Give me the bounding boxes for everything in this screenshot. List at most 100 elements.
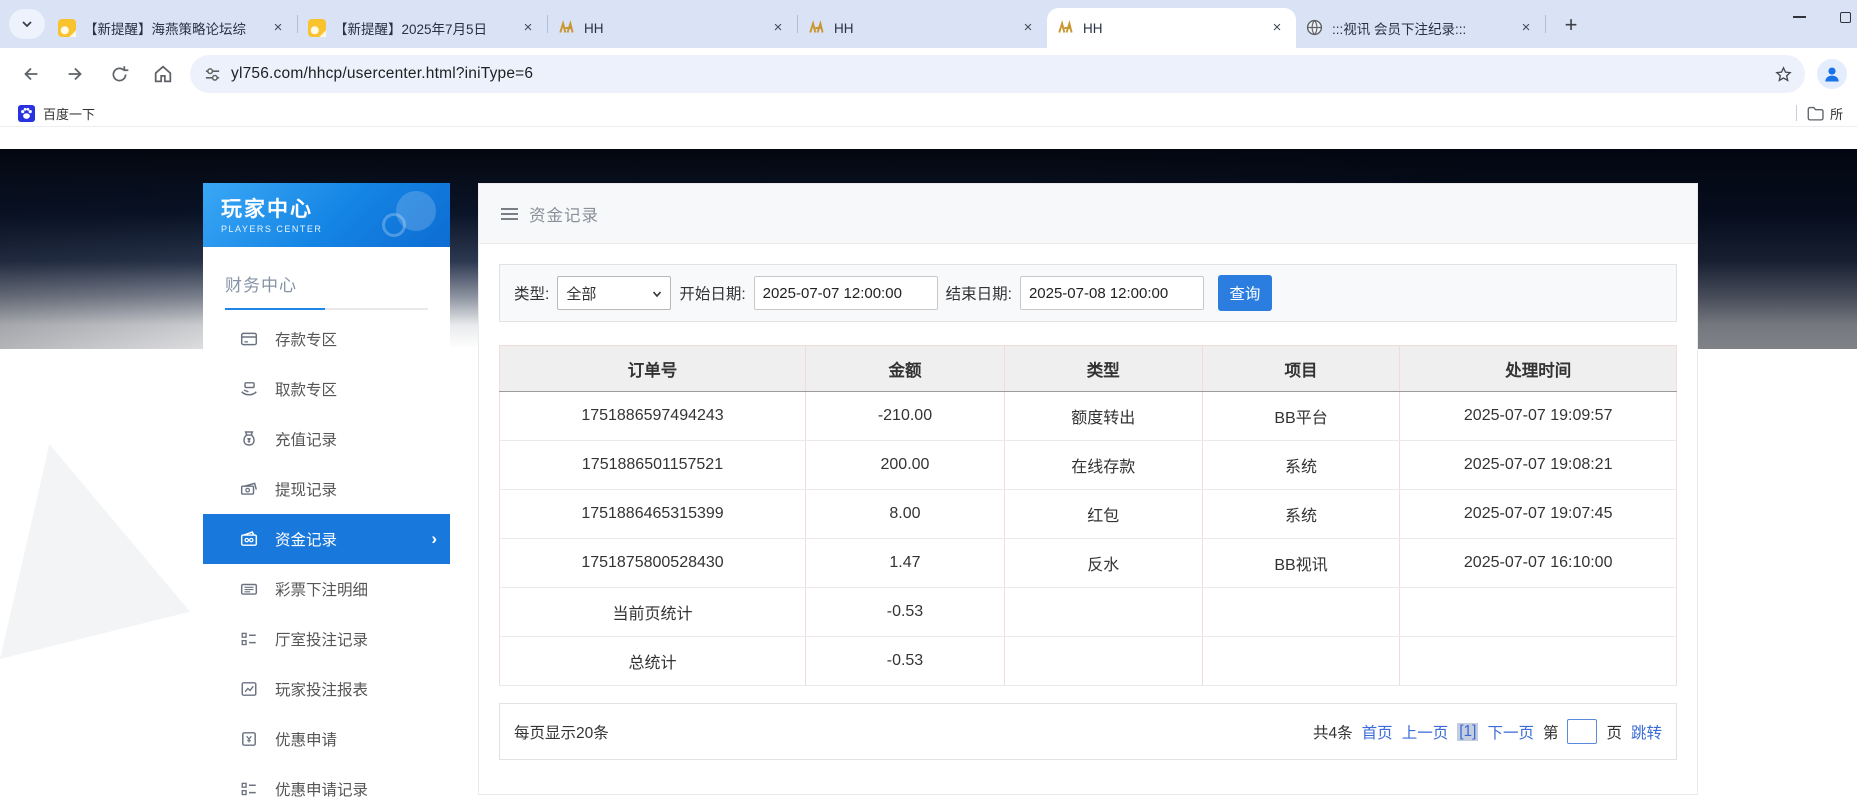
back-button[interactable] <box>14 57 48 91</box>
window-restore-button[interactable] <box>1840 12 1851 23</box>
reload-button[interactable] <box>102 57 136 91</box>
col-header-project: 项目 <box>1202 346 1400 392</box>
tab-close-icon[interactable]: × <box>1517 19 1535 37</box>
site-info-icon[interactable] <box>204 66 221 83</box>
prev-page-link[interactable]: 上一页 <box>1402 721 1449 743</box>
browser-tab[interactable]: 【新提醒】海燕策略论坛综 × <box>48 8 297 48</box>
report-chart-icon <box>240 680 258 698</box>
sidebar-item-hall-bet-record[interactable]: 厅室投注记录 <box>203 614 450 664</box>
wallet-icon <box>240 530 258 548</box>
cell-amount: 8.00 <box>806 490 1005 539</box>
start-date-label: 开始日期: <box>679 282 745 304</box>
hall-list-icon <box>240 630 258 648</box>
cell-process-time: 2025-07-07 19:09:57 <box>1400 392 1677 441</box>
sidebar-item-player-bet-report[interactable]: 玩家投注报表 <box>203 664 450 714</box>
home-button[interactable] <box>146 57 180 91</box>
cell-empty <box>1004 588 1202 637</box>
jump-link[interactable]: 跳转 <box>1631 721 1662 743</box>
gold-logo-icon <box>558 19 576 37</box>
start-date-input[interactable] <box>754 276 938 310</box>
forward-button[interactable] <box>58 57 92 91</box>
sidebar-item-funds-record[interactable]: 资金记录 › <box>203 514 450 564</box>
new-tab-button[interactable]: + <box>1558 12 1584 38</box>
ticket-icon <box>240 580 258 598</box>
menu-hamburger-icon[interactable] <box>501 208 518 220</box>
sidebar-section-underline <box>225 308 428 310</box>
col-header-process-time: 处理时间 <box>1400 346 1677 392</box>
sidebar-item-label: 优惠申请 <box>275 728 337 750</box>
tab-search-button[interactable] <box>9 9 45 39</box>
cell-empty <box>1202 637 1400 686</box>
globe-icon <box>1306 19 1324 37</box>
window-minimize-button[interactable] <box>1793 16 1806 18</box>
cell-process-time: 2025-07-07 19:08:21 <box>1400 441 1677 490</box>
sidebar-item-label: 玩家投注报表 <box>275 678 368 700</box>
sidebar-item-label: 彩票下注明细 <box>275 578 368 600</box>
current-page-indicator[interactable]: [1] <box>1457 723 1478 741</box>
first-page-link[interactable]: 首页 <box>1362 721 1393 743</box>
type-select[interactable]: 全部 <box>557 276 671 310</box>
cell-empty <box>1202 588 1400 637</box>
tab-title: :::视讯 会员下注纪录::: <box>1332 18 1509 38</box>
coupon-icon <box>240 730 258 748</box>
bookmark-baidu[interactable]: 百度一下 <box>18 104 95 123</box>
next-page-link[interactable]: 下一页 <box>1487 721 1534 743</box>
browser-tab[interactable]: 【新提醒】2025年7月5日 × <box>298 8 547 48</box>
page-title: 资金记录 <box>529 202 599 226</box>
yellow-note-icon <box>58 19 76 37</box>
pagination-bar: 每页显示20条 共4条 首页 上一页 [1] 下一页 第 页 跳转 <box>499 703 1677 760</box>
tab-close-icon[interactable]: × <box>769 19 787 37</box>
sidebar-item-deposit[interactable]: 存款专区 <box>203 314 450 364</box>
browser-toolbar: yl756.com/hhcp/usercenter.html?iniType=6 <box>0 48 1857 100</box>
cell-project: 系统 <box>1202 441 1400 490</box>
query-button[interactable]: 查询 <box>1218 275 1272 311</box>
moneybag-icon <box>240 430 258 448</box>
type-filter-label: 类型: <box>514 282 549 304</box>
end-date-label: 结束日期: <box>946 282 1012 304</box>
sidebar-item-lottery-bet-detail[interactable]: 彩票下注明细 <box>203 564 450 614</box>
end-date-input[interactable] <box>1020 276 1204 310</box>
bookmark-star-icon[interactable] <box>1774 65 1793 84</box>
sidebar-section-title: 财务中心 <box>203 247 450 296</box>
sidebar-item-label: 取款专区 <box>275 378 337 400</box>
sidebar-item-withdraw[interactable]: 取款专区 <box>203 364 450 414</box>
browser-tab[interactable]: HH × <box>548 8 797 48</box>
cell-process-time: 2025-07-07 19:07:45 <box>1400 490 1677 539</box>
sidebar-item-recharge-record[interactable]: 充值记录 <box>203 414 450 464</box>
cell-order-id: 1751886597494243 <box>500 392 806 441</box>
gold-logo-icon <box>1057 19 1075 37</box>
deposit-card-icon <box>240 330 258 348</box>
tab-close-icon[interactable]: × <box>269 19 287 37</box>
table-header-row: 订单号 金额 类型 项目 处理时间 <box>500 346 1677 392</box>
browser-profile-avatar[interactable] <box>1817 59 1847 89</box>
sidebar-item-label: 资金记录 <box>275 528 337 550</box>
all-bookmarks-folder[interactable]: 所 <box>1807 104 1849 123</box>
sidebar-item-withdraw-record[interactable]: 提现记录 <box>203 464 450 514</box>
page-content: 玩家中心 PLAYERS CENTER 财务中心 存款专区 取款专区 充值记录 … <box>0 127 1857 812</box>
jump-suffix-text: 页 <box>1606 721 1622 743</box>
cell-amount: 200.00 <box>806 441 1005 490</box>
table-row: 1751886465315399 8.00 红包 系统 2025-07-07 1… <box>500 490 1677 539</box>
panel-header: 资金记录 <box>479 184 1697 244</box>
browser-tab[interactable]: :::视讯 会员下注纪录::: × <box>1296 8 1545 48</box>
tab-close-icon[interactable]: × <box>1019 19 1037 37</box>
url-text[interactable]: yl756.com/hhcp/usercenter.html?iniType=6 <box>231 65 1764 83</box>
sidebar-item-label: 存款专区 <box>275 328 337 350</box>
gold-logo-icon <box>808 19 826 37</box>
page-jump-input[interactable] <box>1567 719 1597 744</box>
col-header-amount: 金额 <box>806 346 1005 392</box>
cell-amount: -210.00 <box>806 392 1005 441</box>
players-center-banner: 玩家中心 PLAYERS CENTER <box>203 183 450 247</box>
sidebar-item-promo-apply-record[interactable]: 优惠申请记录 <box>203 764 450 812</box>
cash-icon <box>240 480 258 498</box>
browser-tab-active[interactable]: HH × <box>1047 8 1296 48</box>
address-bar[interactable]: yl756.com/hhcp/usercenter.html?iniType=6 <box>190 55 1805 93</box>
page-size-text: 每页显示20条 <box>514 721 609 743</box>
tab-separator <box>1545 15 1546 33</box>
cell-type: 反水 <box>1004 539 1202 588</box>
browser-tab[interactable]: HH × <box>798 8 1047 48</box>
sidebar-item-promo-apply[interactable]: 优惠申请 <box>203 714 450 764</box>
tab-close-icon[interactable]: × <box>1268 19 1286 37</box>
jump-prefix-text: 第 <box>1543 721 1559 743</box>
tab-close-icon[interactable]: × <box>519 19 537 37</box>
